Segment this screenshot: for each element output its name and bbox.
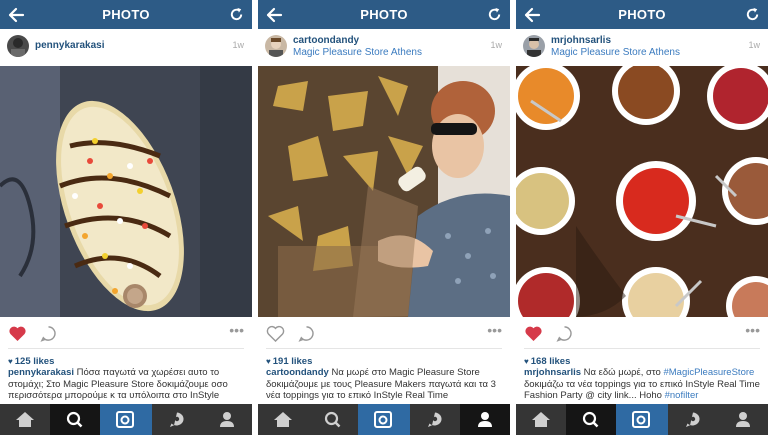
caption-username[interactable]: pennykarakasi xyxy=(8,367,74,378)
phone-screen-2: PHOTO cartoondandy Magic Pleasure Store … xyxy=(258,0,510,435)
camera-icon xyxy=(116,411,134,428)
comment-icon[interactable] xyxy=(40,325,57,342)
like-heart-icon[interactable] xyxy=(524,325,543,342)
like-heart-icon[interactable] xyxy=(266,325,285,342)
likes-text: 191 likes xyxy=(272,356,313,367)
caption: pennykarakasi Πόσα παγωτά να χωρέσει αυτ… xyxy=(8,367,248,403)
tab-home[interactable] xyxy=(0,404,50,435)
activity-icon xyxy=(170,412,184,427)
page-title: PHOTO xyxy=(618,7,666,22)
tab-camera[interactable] xyxy=(358,404,410,435)
likes-heart-icon: ♥ xyxy=(8,357,13,366)
phone-screen-1: PHOTO pennykarakasi 1w ••• ♥ 125 likes p… xyxy=(0,0,252,435)
refresh-icon[interactable] xyxy=(486,6,503,23)
tab-search[interactable] xyxy=(566,404,616,435)
post-header: cartoondandy Magic Pleasure Store Athens… xyxy=(258,29,510,66)
post-photo[interactable] xyxy=(258,66,510,317)
caption: mrjohnsarlis Να εδώ μωρέ, στο #MagicPlea… xyxy=(524,367,764,403)
more-options-icon[interactable]: ••• xyxy=(484,323,502,338)
likes-count[interactable]: ♥ 191 likes xyxy=(266,356,312,367)
profile-icon xyxy=(220,412,234,427)
more-options-icon[interactable]: ••• xyxy=(742,323,760,338)
timestamp: 1w xyxy=(232,40,244,50)
post-actions: ••• xyxy=(0,317,252,350)
tab-bar xyxy=(258,404,510,435)
timestamp: 1w xyxy=(490,40,502,50)
page-title: PHOTO xyxy=(102,7,150,22)
tab-camera[interactable] xyxy=(616,404,668,435)
comment-icon[interactable] xyxy=(556,325,573,342)
caption-text: δοκιμάζω τα νέα toppings για το επικό In… xyxy=(524,378,760,402)
search-icon xyxy=(66,411,83,428)
tab-home[interactable] xyxy=(516,404,566,435)
likes-heart-icon: ♥ xyxy=(266,357,271,366)
avatar[interactable] xyxy=(523,35,545,57)
profile-icon xyxy=(736,412,750,427)
home-icon xyxy=(16,412,34,427)
activity-icon xyxy=(686,412,700,427)
divider xyxy=(8,348,244,349)
tab-activity[interactable] xyxy=(668,404,718,435)
location[interactable]: Magic Pleasure Store Athens xyxy=(293,47,422,58)
tab-bar xyxy=(0,404,252,435)
divider xyxy=(524,348,760,349)
username[interactable]: cartoondandy xyxy=(293,35,359,46)
tab-bar xyxy=(516,404,768,435)
likes-text: 125 likes xyxy=(14,356,55,367)
tab-activity[interactable] xyxy=(410,404,460,435)
search-icon xyxy=(324,411,341,428)
refresh-icon[interactable] xyxy=(744,6,761,23)
post-actions: ••• xyxy=(516,317,768,350)
username[interactable]: pennykarakasi xyxy=(35,40,105,51)
profile-icon xyxy=(478,412,492,427)
tab-camera[interactable] xyxy=(100,404,152,435)
hashtag[interactable]: #MagicPleasureStore xyxy=(663,367,754,378)
hashtag[interactable]: #nofilter xyxy=(665,390,699,401)
post-photo[interactable] xyxy=(0,66,252,317)
location[interactable]: Magic Pleasure Store Athens xyxy=(551,47,680,58)
top-bar: PHOTO xyxy=(258,0,510,29)
tab-search[interactable] xyxy=(308,404,358,435)
page-title: PHOTO xyxy=(360,7,408,22)
refresh-icon[interactable] xyxy=(228,6,245,23)
post-actions: ••• xyxy=(258,317,510,350)
search-icon xyxy=(582,411,599,428)
divider xyxy=(266,348,502,349)
post-header: pennykarakasi 1w xyxy=(0,29,252,66)
caption-text: Να εδώ μωρέ, στο xyxy=(581,367,664,378)
tab-profile[interactable] xyxy=(460,404,510,435)
avatar[interactable] xyxy=(7,35,29,57)
likes-heart-icon: ♥ xyxy=(524,357,529,366)
timestamp: 1w xyxy=(748,40,760,50)
more-options-icon[interactable]: ••• xyxy=(226,323,244,338)
camera-icon xyxy=(632,411,650,428)
tab-profile[interactable] xyxy=(718,404,768,435)
tab-profile[interactable] xyxy=(202,404,252,435)
camera-icon xyxy=(374,411,392,428)
post-header: mrjohnsarlis Magic Pleasure Store Athens… xyxy=(516,29,768,66)
likes-count[interactable]: ♥ 168 likes xyxy=(524,356,570,367)
caption-username[interactable]: cartoondandy xyxy=(266,367,329,378)
username[interactable]: mrjohnsarlis xyxy=(551,35,611,46)
tab-activity[interactable] xyxy=(152,404,202,435)
home-icon xyxy=(274,412,292,427)
screens: PHOTO pennykarakasi 1w ••• ♥ 125 likes p… xyxy=(0,0,768,435)
likes-text: 168 likes xyxy=(530,356,571,367)
caption-username[interactable]: mrjohnsarlis xyxy=(524,367,581,378)
phone-screen-3: PHOTO mrjohnsarlis Magic Pleasure Store … xyxy=(516,0,768,435)
tab-home[interactable] xyxy=(258,404,308,435)
caption: cartoondandy Να μωρέ στο Magic Pleasure … xyxy=(266,367,506,403)
likes-count[interactable]: ♥ 125 likes xyxy=(8,356,54,367)
post-photo[interactable] xyxy=(516,66,768,317)
activity-icon xyxy=(428,412,442,427)
comment-icon[interactable] xyxy=(298,325,315,342)
home-icon xyxy=(532,412,550,427)
top-bar: PHOTO xyxy=(516,0,768,29)
avatar[interactable] xyxy=(265,35,287,57)
top-bar: PHOTO xyxy=(0,0,252,29)
tab-search[interactable] xyxy=(50,404,100,435)
like-heart-icon[interactable] xyxy=(8,325,27,342)
